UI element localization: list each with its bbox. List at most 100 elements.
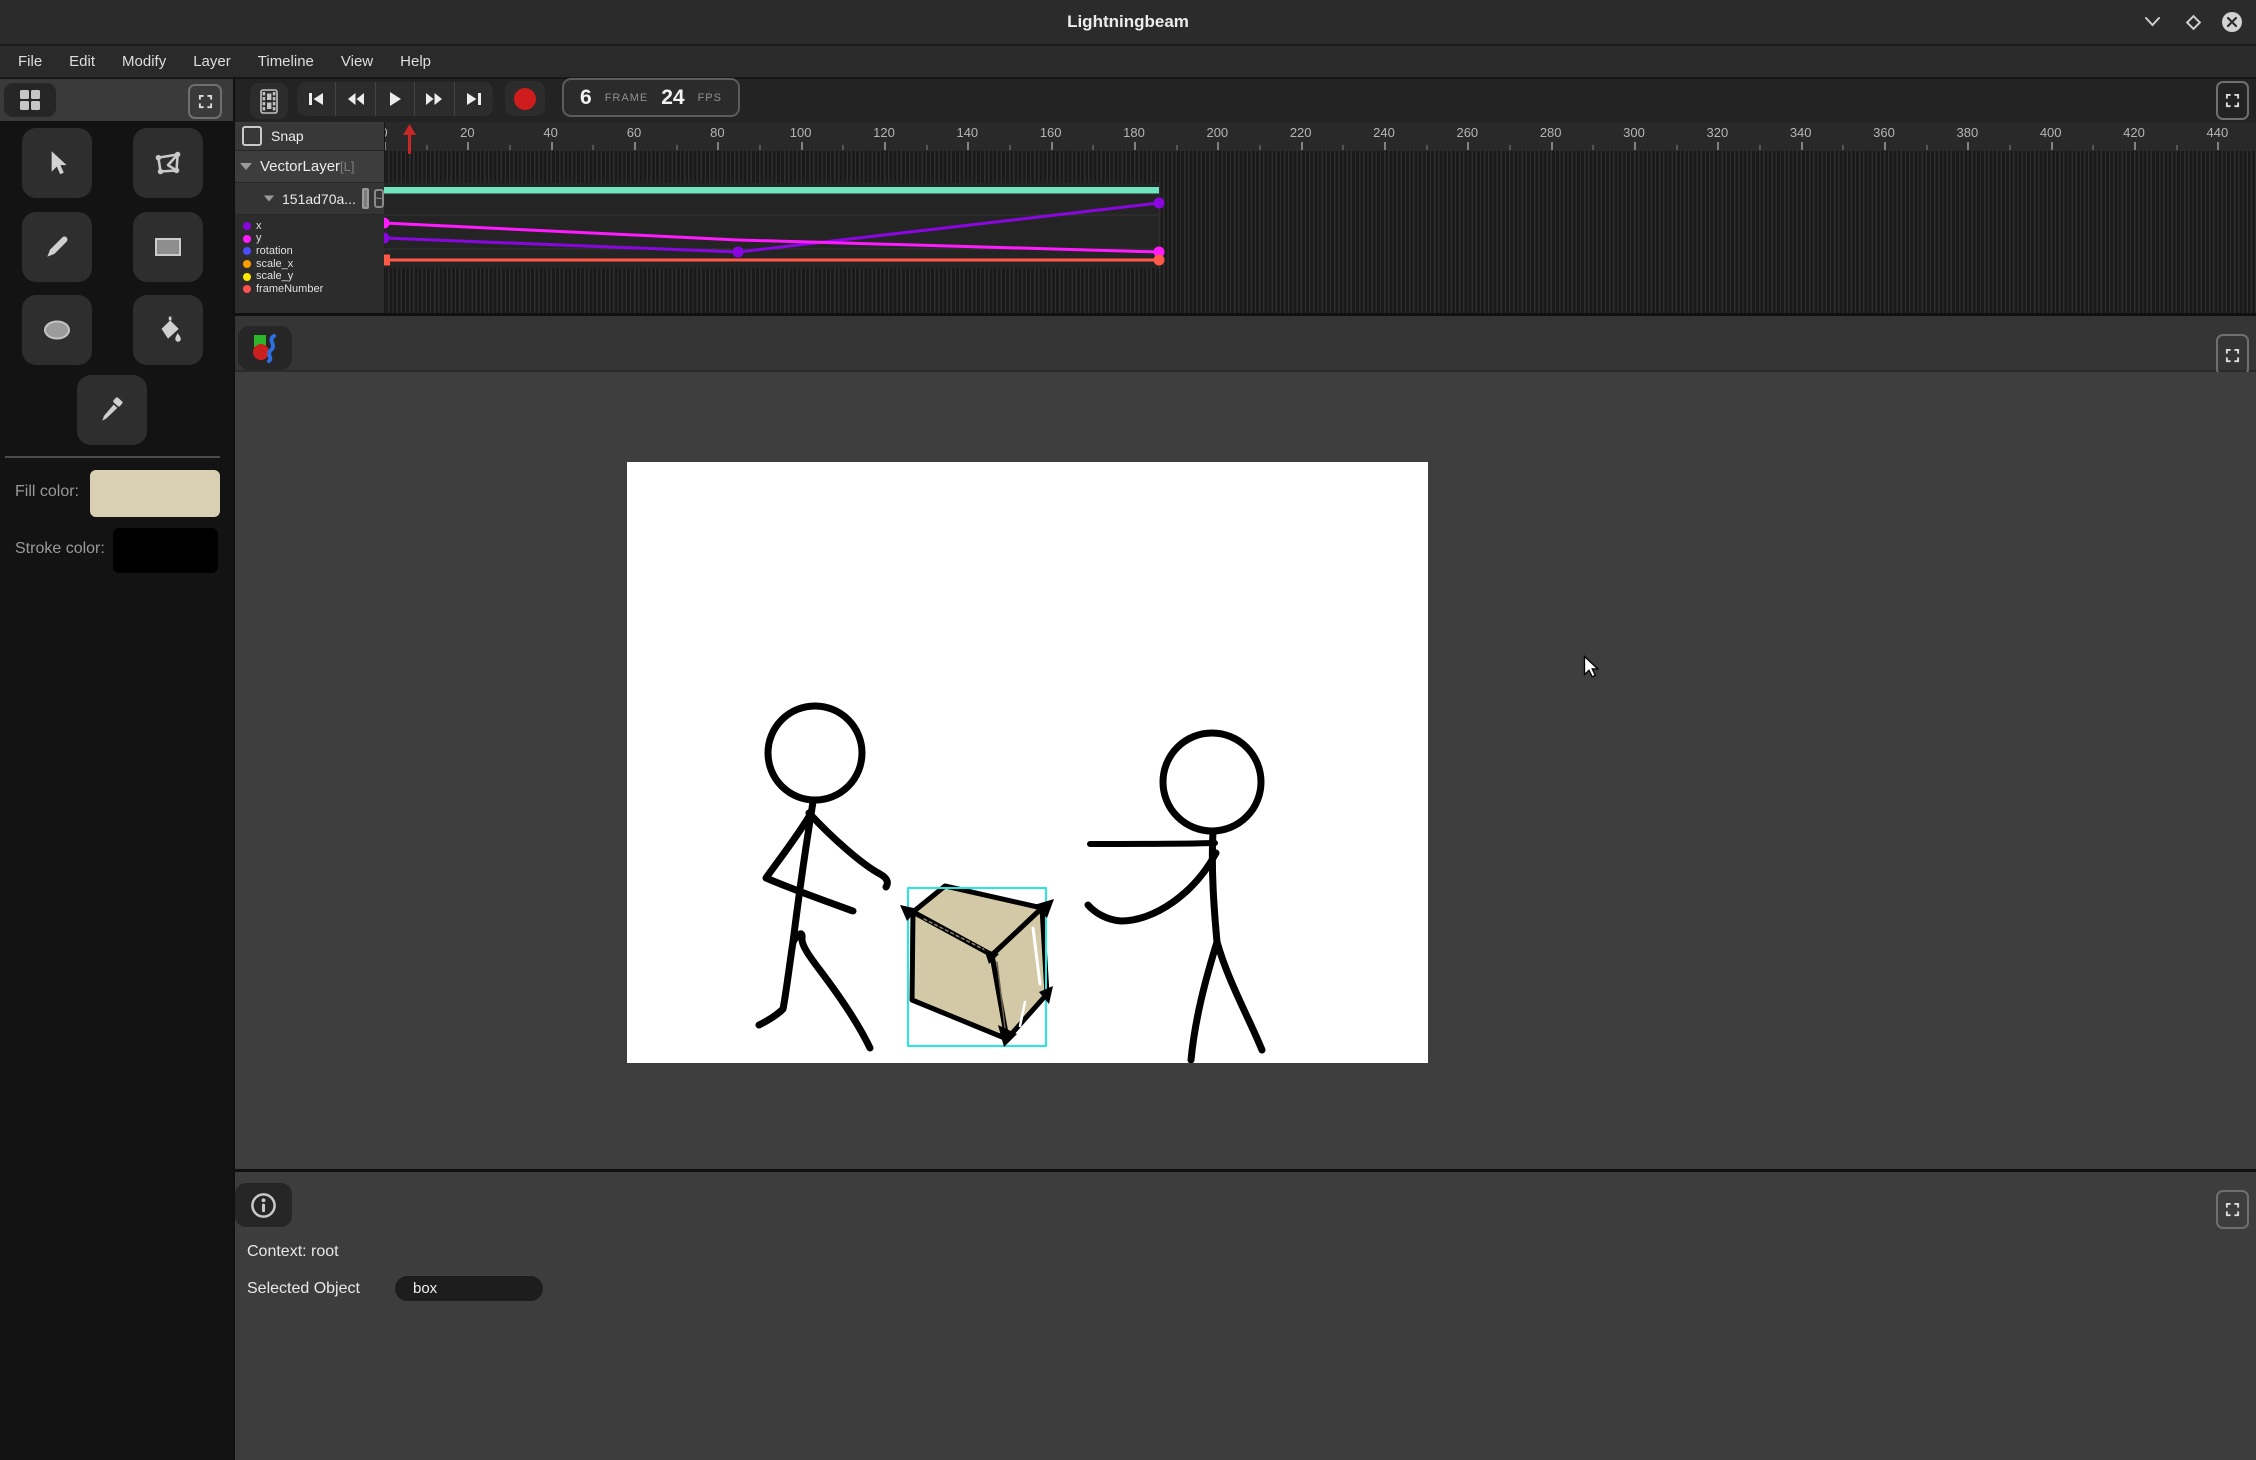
ruler-label: 420 (2123, 125, 2145, 140)
ruler-tick (1467, 142, 1469, 150)
menu-item-edit[interactable]: Edit (69, 53, 95, 70)
playhead[interactable] (401, 122, 418, 155)
stage-drawing[interactable] (1217, 942, 1262, 1050)
fast-forward-button[interactable] (415, 82, 454, 116)
eyedropper-tool-button[interactable] (77, 375, 147, 445)
fps-label: FPS (698, 92, 722, 104)
maximize-button[interactable] (2179, 10, 2207, 34)
ellipse-tool-button[interactable] (22, 295, 92, 365)
transform-tool-button[interactable] (133, 128, 203, 198)
property-row-scale_y[interactable]: scale_y (235, 270, 384, 283)
stage-drawing[interactable] (1163, 733, 1261, 831)
stage-drawing[interactable] (809, 813, 887, 887)
play-button[interactable] (376, 82, 415, 116)
canvas-header (235, 316, 2256, 372)
stage-drawing[interactable] (759, 942, 793, 1025)
timeline-ruler[interactable]: 0204060801001201401601802002202402602803… (384, 122, 2256, 151)
property-row-frameNumber[interactable]: frameNumber (235, 283, 384, 296)
canvas-expand-button[interactable] (2216, 334, 2249, 376)
fill-color-swatch[interactable] (90, 470, 220, 517)
property-row-y[interactable]: y (235, 233, 384, 246)
keyframe-dot[interactable] (1154, 255, 1165, 266)
stroke-color-swatch[interactable] (113, 528, 218, 573)
ruler-tick (717, 142, 719, 150)
pencil-icon (42, 232, 72, 262)
stage-drawing[interactable] (768, 706, 862, 800)
export-movie-button[interactable] (250, 83, 288, 119)
keyframe-square[interactable] (384, 255, 390, 266)
layer-row-vectorlayer[interactable]: VectorLayer [L] (235, 151, 384, 183)
ruler-tick (1926, 145, 1928, 150)
skip-to-start-button[interactable] (297, 82, 336, 116)
property-row-x[interactable]: x (235, 220, 384, 233)
grid-icon (19, 89, 41, 111)
panel-grid-button[interactable] (4, 83, 56, 117)
property-row-scale_x[interactable]: scale_x (235, 258, 384, 271)
rectangle-tool-button[interactable] (133, 212, 203, 282)
ruler-tick (551, 142, 553, 150)
collapse-triangle-icon[interactable] (264, 196, 274, 202)
ruler-tick (2217, 142, 2219, 150)
ruler-tick (467, 142, 469, 150)
ruler-label: 280 (1540, 125, 1562, 140)
ruler-tick (884, 142, 886, 150)
timeline-curves[interactable] (384, 151, 2256, 313)
layer-ease-button[interactable]: ~ (374, 189, 384, 208)
menu-item-modify[interactable]: Modify (122, 53, 166, 70)
property-color-dot (243, 247, 251, 255)
stage[interactable] (627, 462, 1428, 1063)
close-button[interactable] (2218, 10, 2246, 34)
inspector-expand-button[interactable] (2216, 1190, 2249, 1229)
stage-drawing[interactable] (793, 934, 870, 1048)
fill-color-label: Fill color: (15, 483, 79, 501)
pencil-tool-button[interactable] (22, 212, 92, 282)
layer-span-bar[interactable] (384, 187, 1159, 194)
menu-item-layer[interactable]: Layer (193, 53, 231, 70)
window-title: Lightningbeam (0, 0, 2256, 44)
ruler-label: 60 (627, 125, 641, 140)
ruler-tick (926, 145, 928, 150)
minimize-button[interactable] (2138, 10, 2166, 34)
layer-visibility-button[interactable] (362, 188, 369, 209)
layer-row-object[interactable]: 151ad70a... ~ (235, 183, 384, 215)
ruler-label: 40 (543, 125, 557, 140)
ruler-tick (1551, 142, 1553, 150)
menu-item-file[interactable]: File (18, 53, 42, 70)
stage-drawing[interactable] (1212, 831, 1217, 942)
info-button[interactable] (235, 1183, 292, 1227)
fps-value[interactable]: 24 (661, 86, 684, 110)
menu-item-view[interactable]: View (341, 53, 373, 70)
collapse-triangle-icon[interactable] (240, 163, 252, 170)
stage-drawing[interactable] (1191, 942, 1217, 1060)
property-label: rotation (256, 246, 293, 257)
toolbox-expand-button[interactable] (188, 84, 222, 119)
stage-drawing[interactable] (1090, 843, 1215, 844)
menu-item-help[interactable]: Help (400, 53, 431, 70)
shapes-mode-button[interactable] (238, 326, 292, 370)
rewind-button[interactable] (336, 82, 375, 116)
select-tool-button[interactable] (22, 128, 92, 198)
skip-to-end-button[interactable] (455, 82, 493, 116)
ruler-tick (1801, 142, 1803, 150)
stroke-color-label: Stroke color: (15, 540, 105, 558)
ruler-tick (1384, 142, 1386, 150)
stage-drawing[interactable] (1088, 853, 1216, 921)
rectangle-icon (153, 235, 183, 259)
snap-checkbox[interactable] (242, 126, 262, 146)
film-strip-icon (260, 89, 278, 114)
keyframe-dot[interactable] (733, 247, 744, 258)
frame-value[interactable]: 6 (580, 86, 592, 110)
menu-bar: File Edit Modify Layer Timeline View Help (0, 46, 2256, 78)
selected-object-label: Selected Object (247, 1280, 360, 1298)
transform-icon (152, 148, 184, 178)
paint-bucket-tool-button[interactable] (133, 295, 203, 365)
property-row-rotation[interactable]: rotation (235, 245, 384, 258)
ellipse-icon (41, 318, 73, 342)
property-color-dot (243, 285, 251, 293)
frame-fps-indicator: 6 FRAME 24 FPS (562, 78, 740, 117)
menu-item-timeline[interactable]: Timeline (258, 53, 314, 70)
selected-object-dropdown[interactable]: box (395, 1276, 543, 1301)
timeline-expand-button[interactable] (2216, 81, 2249, 120)
keyframe-dot[interactable] (1154, 198, 1165, 209)
record-button[interactable] (505, 81, 545, 116)
